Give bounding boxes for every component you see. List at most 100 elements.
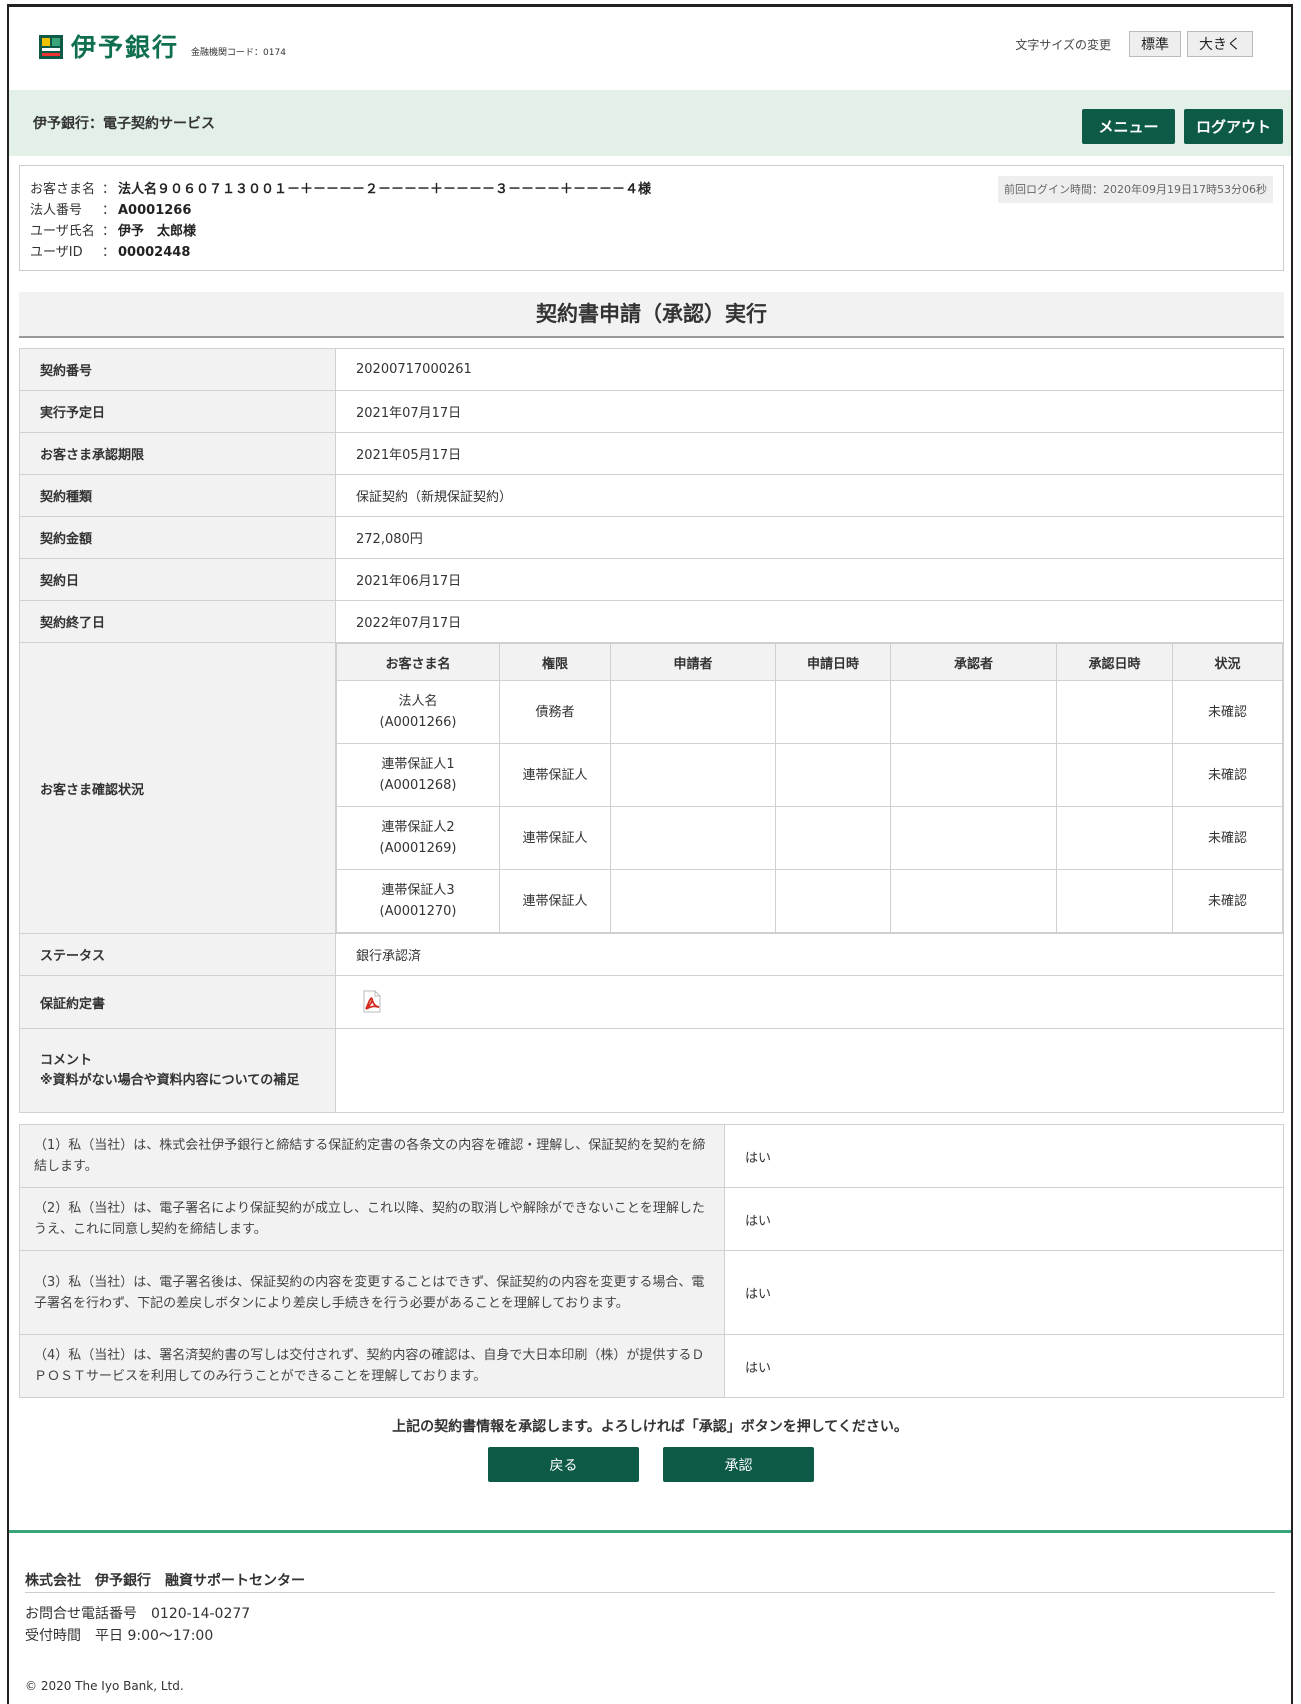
row-label: 契約終了日 <box>19 600 336 643</box>
row-label: コメント ※資料がない場合や資料内容についての補足 <box>19 1028 336 1113</box>
col-header: 承認日時 <box>1056 643 1173 681</box>
table-row: コメント ※資料がない場合や資料内容についての補足 <box>19 1028 1284 1113</box>
status: 未確認 <box>1172 806 1283 870</box>
customer-name: 連帯保証人1 <box>381 757 455 772</box>
logout-button[interactable]: ログアウト <box>1184 109 1283 144</box>
table-row: 連帯保証人3 (A0001270) 連帯保証人 未確認 <box>336 869 1283 933</box>
approver <box>890 680 1057 744</box>
table-row: 連帯保証人1 (A0001268) 連帯保証人 未確認 <box>336 743 1283 807</box>
contract-detail-table: 契約番号 20200717000261 実行予定日 2021年07月17日 お客… <box>19 348 1284 1113</box>
applied-at <box>775 806 891 870</box>
approver <box>890 806 1057 870</box>
table-row: 契約番号 20200717000261 <box>19 348 1284 391</box>
agreement-text: （4）私（当社）は、署名済契約書の写しは交付されず、契約内容の確認は、自身で大日… <box>19 1334 725 1398</box>
bank-logo[interactable]: 伊予銀行 金融機関コード：0174 <box>39 33 286 63</box>
footer-title: 株式会社 伊予銀行 融資サポートセンター <box>25 1573 305 1589</box>
customer-name: 連帯保証人3 <box>381 883 455 898</box>
row-label: 契約金額 <box>19 516 336 559</box>
back-button[interactable]: 戻る <box>488 1447 639 1482</box>
corp-label: 法人番号 <box>30 203 83 218</box>
applicant <box>610 869 776 933</box>
page-title: 契約書申請（承認）実行 <box>19 292 1284 338</box>
customer-label: お客さま名 <box>30 182 96 197</box>
table-row: 契約種類 保証契約（新規保証契約） <box>19 474 1284 517</box>
customer-cell: 連帯保証人2 (A0001269) <box>336 806 500 870</box>
contract-date: 2021年06月17日 <box>335 558 1284 601</box>
footer-contact: お問合せ電話番号 0120-14-0277 受付時間 平日 9:00～17:00 <box>25 1603 250 1647</box>
table-row: お客さま承認期限 2021年05月17日 <box>19 432 1284 475</box>
user-value: 伊予 太郎様 <box>118 224 197 239</box>
colon: ： <box>102 182 116 197</box>
page-frame: 伊予銀行 金融機関コード：0174 文字サイズの変更 標準 大きく 伊予銀行：電… <box>7 4 1293 1704</box>
table-row: （2）私（当社）は、電子署名により保証契約が成立し、これ以降、契約の取消しや解除… <box>19 1187 1284 1251</box>
customer-name: 法人名 <box>398 694 438 709</box>
agreement-table: （1）私（当社）は、株式会社伊予銀行と締結する保証約定書の各条文の内容を確認・理… <box>19 1124 1284 1398</box>
row-label: 保証約定書 <box>19 975 336 1029</box>
iyo-bank-logo-icon <box>39 35 63 59</box>
contract-number: 20200717000261 <box>335 348 1284 391</box>
id-value: 00002448 <box>118 245 191 260</box>
comment-label: コメント <box>40 1052 93 1068</box>
row-label: お客さま承認期限 <box>19 432 336 475</box>
approve-button[interactable]: 承認 <box>663 1447 814 1482</box>
approval-deadline: 2021年05月17日 <box>335 432 1284 475</box>
footer-phone: お問合せ電話番号 0120-14-0277 <box>25 1606 251 1622</box>
table-row: 契約日 2021年06月17日 <box>19 558 1284 601</box>
table-row: お客さま確認状況 お客さま名 権限 申請者 申請日時 承認者 承認日時 状況 法… <box>19 642 1284 934</box>
table-row: 保証約定書 <box>19 975 1284 1029</box>
confirm-header-row: お客さま名 権限 申請者 申請日時 承認者 承認日時 状況 <box>336 643 1283 681</box>
exec-date: 2021年07月17日 <box>335 390 1284 433</box>
document-cell <box>335 975 1284 1029</box>
footer-hours: 受付時間 平日 9:00～17:00 <box>25 1628 214 1644</box>
contract-status: 銀行承認済 <box>335 933 1284 976</box>
table-row: （1）私（当社）は、株式会社伊予銀行と締結する保証約定書の各条文の内容を確認・理… <box>19 1124 1284 1188</box>
applied-at <box>775 869 891 933</box>
colon: ： <box>102 203 116 218</box>
customer-id: (A0001268) <box>379 778 457 793</box>
role: 連帯保証人 <box>499 743 611 807</box>
approver <box>890 743 1057 807</box>
footer-divider <box>9 1530 1291 1533</box>
table-row: 法人名 (A0001266) 債務者 未確認 <box>336 680 1283 744</box>
approved-at <box>1056 869 1173 933</box>
col-header: お客さま名 <box>336 643 500 681</box>
service-bar: 伊予銀行：電子契約サービス メニュー ログアウト <box>9 90 1291 156</box>
row-label: 契約種類 <box>19 474 336 517</box>
confirm-status-cell: お客さま名 権限 申請者 申請日時 承認者 承認日時 状況 法人名 (A00012… <box>335 642 1284 934</box>
table-row: 契約金額 272,080円 <box>19 516 1284 559</box>
agreement-answer: はい <box>724 1124 1284 1188</box>
last-login-badge: 前回ログイン時間：2020年09月19日17時53分06秒 <box>998 176 1273 203</box>
font-large-button[interactable]: 大きく <box>1187 31 1253 57</box>
table-row: 実行予定日 2021年07月17日 <box>19 390 1284 433</box>
col-header: 状況 <box>1172 643 1283 681</box>
font-standard-button[interactable]: 標準 <box>1129 31 1181 57</box>
table-row: ステータス 銀行承認済 <box>19 933 1284 976</box>
status: 未確認 <box>1172 869 1283 933</box>
user-row: ユーザ氏名 ： 伊予 太郎様 <box>30 221 1273 242</box>
approved-at <box>1056 743 1173 807</box>
font-size-label: 文字サイズの変更 <box>1015 37 1111 52</box>
customer-cell: 連帯保証人1 (A0001268) <box>336 743 500 807</box>
customer-name: 連帯保証人2 <box>381 820 455 835</box>
customer-value: 法人名９０６０７１３００１－＋－－－－２－－－－＋－－－－３－－－－＋－－－－４… <box>118 182 652 197</box>
table-row: 連帯保証人2 (A0001269) 連帯保証人 未確認 <box>336 806 1283 870</box>
colon: ： <box>102 245 116 260</box>
applied-at <box>775 743 891 807</box>
agreement-text: （3）私（当社）は、電子署名後は、保証契約の内容を変更することはできず、保証契約… <box>19 1250 725 1335</box>
pdf-icon[interactable] <box>360 990 384 1014</box>
font-size-switcher: 文字サイズの変更 標準 大きく <box>1015 31 1253 57</box>
corp-row: 法人番号 ： A0001266 <box>30 200 1273 221</box>
menu-button[interactable]: メニュー <box>1082 109 1175 144</box>
applied-at <box>775 680 891 744</box>
agreement-answer: はい <box>724 1250 1284 1335</box>
corp-value: A0001266 <box>118 203 192 218</box>
customer-cell: 法人名 (A0001266) <box>336 680 500 744</box>
table-row: （4）私（当社）は、署名済契約書の写しは交付されず、契約内容の確認は、自身で大日… <box>19 1334 1284 1398</box>
customer-id: (A0001266) <box>379 715 457 730</box>
role: 連帯保証人 <box>499 869 611 933</box>
contract-end-date: 2022年07月17日 <box>335 600 1284 643</box>
approved-at <box>1056 680 1173 744</box>
table-row: （3）私（当社）は、電子署名後は、保証契約の内容を変更することはできず、保証契約… <box>19 1250 1284 1335</box>
agreement-text: （1）私（当社）は、株式会社伊予銀行と締結する保証約定書の各条文の内容を確認・理… <box>19 1124 725 1188</box>
col-header: 申請日時 <box>775 643 891 681</box>
